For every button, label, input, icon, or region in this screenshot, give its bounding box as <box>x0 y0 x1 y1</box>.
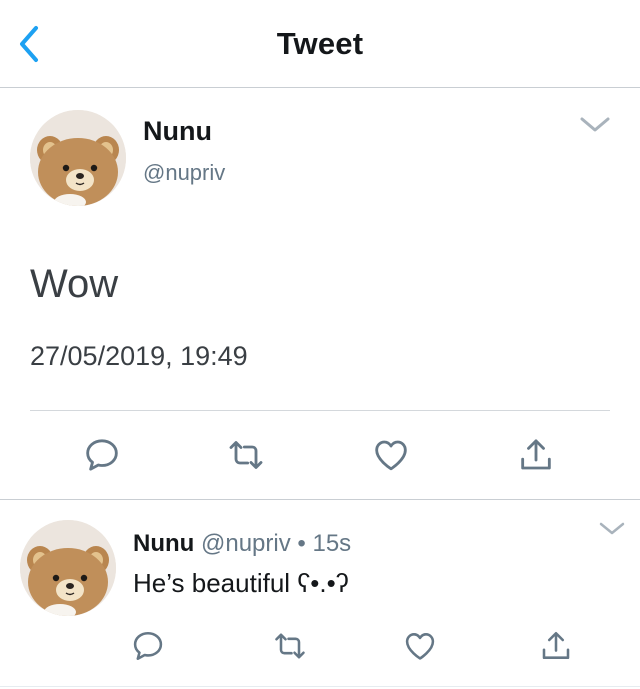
reply-tweet[interactable]: Nunu @nupriv • 15s He’s beautiful ʕ•.•ʔ <box>0 500 640 689</box>
retweet-icon <box>226 435 266 475</box>
like-icon <box>371 435 411 475</box>
divider <box>0 686 640 687</box>
reply-icon <box>82 435 122 475</box>
reply-icon <box>130 628 166 664</box>
retweet-button[interactable] <box>226 435 266 475</box>
like-button[interactable] <box>402 628 438 664</box>
tweet-options-button[interactable] <box>578 114 612 136</box>
chevron-down-icon <box>599 522 625 535</box>
share-button[interactable] <box>538 628 574 664</box>
page-title: Tweet <box>276 26 364 61</box>
retweet-button[interactable] <box>272 628 308 664</box>
reply-text: He’s beautiful ʕ•.•ʔ <box>133 568 349 598</box>
share-icon <box>538 628 574 664</box>
reply-button[interactable] <box>82 435 122 475</box>
like-button[interactable] <box>371 435 411 475</box>
avatar[interactable] <box>20 520 116 616</box>
chevron-down-icon <box>580 117 610 132</box>
avatar[interactable] <box>30 110 126 206</box>
tweet-text: Wow <box>30 262 119 306</box>
reply-button[interactable] <box>130 628 166 664</box>
author-handle[interactable]: @nupriv <box>143 160 225 186</box>
top-bar: Tweet <box>0 0 640 88</box>
reply-meta: Nunu @nupriv • 15s <box>133 530 351 558</box>
author-name[interactable]: Nunu <box>143 116 212 147</box>
divider <box>30 410 610 411</box>
reply-time: 15s <box>312 530 352 557</box>
main-tweet: Nunu @nupriv Wow 27/05/2019, 19:49 <box>0 88 640 500</box>
retweet-icon <box>272 628 308 664</box>
author-handle[interactable]: @nupriv <box>201 530 291 557</box>
separator-dot: • <box>297 530 306 557</box>
tweet-timestamp: 27/05/2019, 19:49 <box>30 341 248 371</box>
author-name[interactable]: Nunu <box>133 530 194 557</box>
share-button[interactable] <box>516 435 556 475</box>
share-icon <box>516 435 556 475</box>
reply-options-button[interactable] <box>598 520 626 538</box>
like-icon <box>402 628 438 664</box>
